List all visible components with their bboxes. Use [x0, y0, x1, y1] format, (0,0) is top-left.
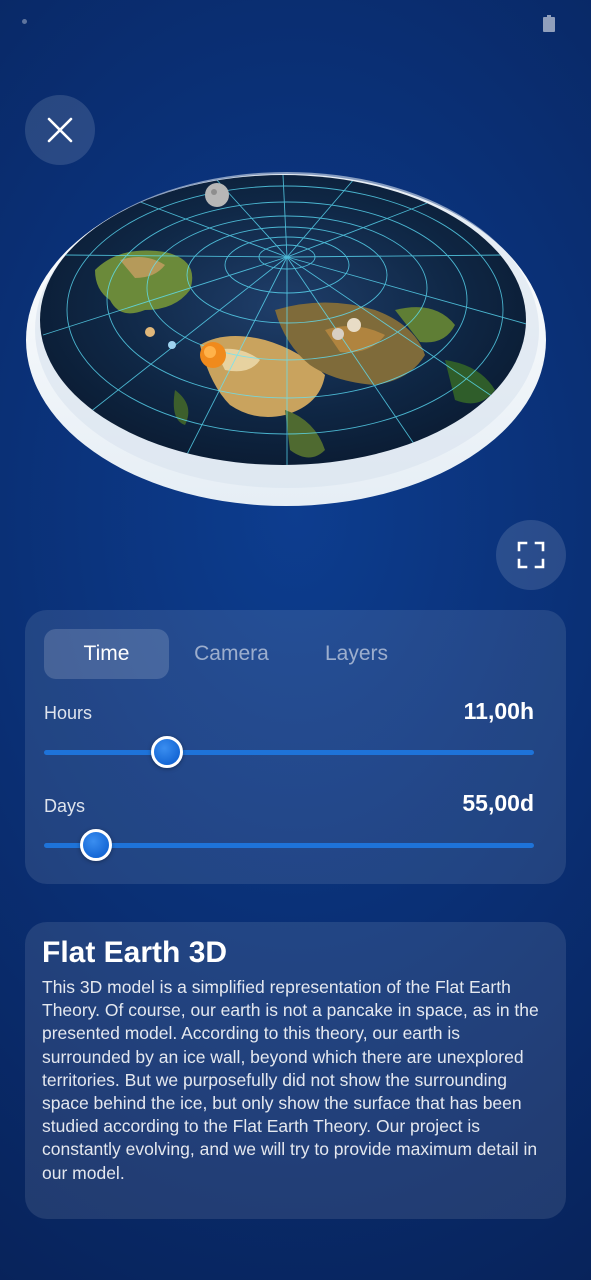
days-slider[interactable] [44, 829, 534, 861]
flat-earth-model[interactable] [25, 160, 547, 512]
moon-icon [205, 183, 229, 207]
planet-icon [332, 328, 344, 340]
battery-icon [543, 15, 555, 33]
days-label: Days [44, 796, 86, 816]
tab-layers[interactable]: Layers [294, 629, 419, 679]
hours-slider-thumb[interactable] [150, 736, 183, 768]
planet-icon [347, 318, 361, 332]
fullscreen-icon [517, 541, 545, 569]
hours-value: 11,00h [463, 698, 534, 724]
hours-slider[interactable] [44, 736, 534, 768]
tab-camera[interactable]: Camera [169, 629, 294, 679]
close-button[interactable] [25, 95, 95, 165]
status-indicator-dot [22, 19, 27, 24]
time-controls-panel: Time Camera Layers Hours 11,00h Days 55,… [25, 610, 566, 884]
fullscreen-button[interactable] [496, 520, 566, 590]
days-value: 55,00d [462, 790, 534, 816]
planet-icon [145, 327, 155, 337]
planet-icon [168, 341, 176, 349]
tab-bar: Time Camera Layers [44, 629, 419, 679]
info-title: Flat Earth 3D [42, 936, 228, 969]
close-icon [47, 117, 73, 143]
hours-label: Hours [44, 703, 93, 723]
info-description: This 3D model is a simplified representa… [42, 977, 539, 1183]
info-card: Flat Earth 3D This 3D model is a simplif… [25, 922, 566, 1219]
tab-time[interactable]: Time [44, 629, 169, 679]
days-slider-thumb[interactable] [80, 829, 113, 861]
